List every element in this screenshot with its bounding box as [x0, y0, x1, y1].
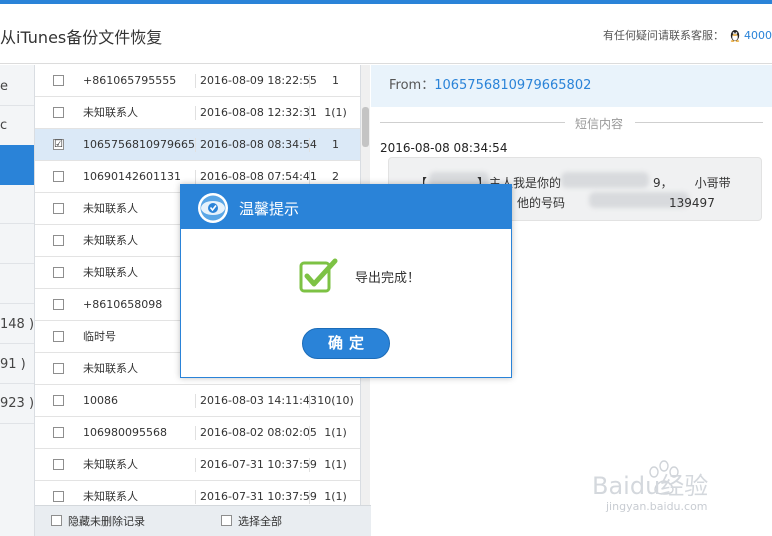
message-count: 1(1) [309, 426, 360, 440]
export-complete-dialog: 温馨提示 导出完成！ 确定 [180, 184, 512, 378]
hide-deleted-label[interactable]: 隐藏未删除记录 [68, 513, 145, 529]
message-time: 2016-08-08 12:32:31 [195, 106, 317, 120]
sidebar-divider [0, 423, 34, 424]
contact-name: 未知联系人 [83, 362, 138, 375]
select-all-checkbox[interactable] [221, 515, 232, 526]
message-time: 2016-07-31 10:37:59 [195, 458, 317, 472]
contact-name: 未知联系人 [83, 202, 138, 215]
support-label: 有任何疑问请联系客服： [603, 29, 724, 42]
contact-name: 未知联系人 [83, 490, 138, 503]
dialog-message: 导出完成！ [355, 271, 421, 286]
sidebar-item-2[interactable]: c [0, 106, 34, 146]
row-checkbox[interactable] [53, 427, 64, 438]
table-row-selected[interactable]: ☑ 10657568109796658022016-08-08 08:34:541 [35, 129, 360, 161]
dialog-title: 温馨提示 [239, 200, 300, 218]
row-checkbox-checked[interactable]: ☑ [53, 139, 64, 150]
message-time: 2016-07-31 10:37:59 [195, 490, 317, 504]
message-count: 1 [309, 138, 360, 152]
checkmark-icon [299, 258, 338, 293]
contact-name: 未知联系人 [83, 458, 138, 471]
row-checkbox[interactable] [53, 299, 64, 310]
contact-name: +861065795555 [83, 74, 177, 87]
page-title: 从iTunes备份文件恢复 [0, 28, 163, 47]
contact-name: 106980095568 [83, 426, 167, 439]
from-label: From： [389, 78, 435, 93]
message-time: 2016-08-02 08:02:05 [195, 426, 317, 440]
message-time: 2016-08-08 08:34:54 [195, 138, 317, 152]
table-row[interactable]: +861065795555 2016-08-09 18:22:55 1 [35, 65, 360, 97]
scrollbar-thumb[interactable] [362, 107, 369, 147]
row-checkbox[interactable] [53, 235, 64, 246]
sidebar-item-count-2[interactable]: 91 ) [0, 345, 34, 385]
content-divider-label: 短信内容 [575, 117, 624, 131]
from-value: 1065756810979665802 [434, 78, 592, 93]
table-row[interactable]: 10086 2016-08-03 14:11:43 10(10) [35, 385, 360, 417]
watermark-brand: Baidu经验 [592, 472, 708, 500]
message-time: 2016-08-03 14:11:43 [195, 394, 317, 408]
row-checkbox[interactable] [53, 363, 64, 374]
contact-name: 未知联系人 [83, 106, 138, 119]
support-contact: 有任何疑问请联系客服： 4000 [603, 27, 772, 43]
table-row[interactable]: 未知联系人 2016-07-31 10:37:59 1(1) [35, 449, 360, 481]
app-logo-icon [198, 193, 228, 223]
row-checkbox[interactable] [53, 459, 64, 470]
row-checkbox[interactable] [53, 491, 64, 502]
message-count: 1(1) [309, 490, 360, 504]
support-qq-number[interactable]: 4000 [744, 29, 772, 42]
message-text: 小哥带 [694, 176, 731, 190]
row-checkbox[interactable] [53, 267, 64, 278]
row-checkbox[interactable] [53, 75, 64, 86]
contact-name: 10690142601131 [83, 170, 181, 183]
message-count: 1(1) [309, 106, 360, 120]
sidebar-item-4[interactable] [0, 185, 34, 225]
row-checkbox[interactable] [53, 331, 64, 342]
dialog-header: 温馨提示 [181, 185, 511, 229]
select-all-label[interactable]: 选择全部 [238, 513, 282, 529]
table-row[interactable]: 未知联系人 2016-07-31 10:37:59 1(1) [35, 481, 360, 505]
sidebar-divider [0, 303, 34, 304]
hide-deleted-checkbox[interactable] [51, 515, 62, 526]
message-count: 10(10) [309, 394, 360, 408]
message-text: ，他的号码 [505, 196, 566, 210]
app-header: 从iTunes备份文件恢复 有任何疑问请联系客服： 4000 [0, 4, 772, 64]
watermark-url: jingyan.baidu.com [606, 500, 708, 513]
contact-name: 未知联系人 [83, 266, 138, 279]
row-checkbox[interactable] [53, 395, 64, 406]
contact-name: 临时号 [83, 330, 116, 343]
row-checkbox[interactable] [53, 171, 64, 182]
contact-name: +8610658098 [83, 298, 163, 311]
from-bar: From：1065756810979665802 [371, 65, 772, 107]
message-date: 2016-08-08 08:34:54 [380, 141, 508, 155]
qq-penguin-icon[interactable] [728, 28, 742, 42]
table-row[interactable]: 未知联系人 2016-08-08 12:32:31 1(1) [35, 97, 360, 129]
divider-right [635, 122, 763, 123]
message-count: 1(1) [309, 458, 360, 472]
contact-name: 10086 [83, 394, 118, 407]
sidebar-item-count-1[interactable]: 148 ) [0, 305, 34, 345]
message-count: 2 [309, 170, 360, 184]
list-footer: 隐藏未删除记录 选择全部 [35, 505, 371, 536]
sidebar-item-active[interactable] [0, 145, 34, 185]
sidebar-item-count-3[interactable]: 923 ) [0, 384, 34, 424]
sidebar-item-5[interactable] [0, 265, 34, 305]
contact-name: 未知联系人 [83, 234, 138, 247]
sidebar-divider [0, 343, 34, 344]
sidebar-divider [0, 263, 34, 264]
message-time: 2016-08-09 18:22:55 [195, 74, 317, 88]
message-count: 1 [309, 74, 360, 88]
divider-left [380, 122, 565, 123]
sidebar-item-1[interactable]: e [0, 67, 34, 107]
confirm-button[interactable]: 确定 [302, 328, 390, 359]
row-checkbox[interactable] [53, 203, 64, 214]
message-text: 9， [653, 176, 673, 190]
message-time: 2016-08-08 07:54:41 [195, 170, 317, 184]
message-text: 139497 [669, 196, 715, 210]
left-sidebar: e c 148 ) 91 ) 923 ) [0, 65, 35, 536]
row-checkbox[interactable] [53, 107, 64, 118]
contact-name: 1065756810979665802 [83, 138, 195, 151]
table-row[interactable]: 106980095568 2016-08-02 08:02:05 1(1) [35, 417, 360, 449]
